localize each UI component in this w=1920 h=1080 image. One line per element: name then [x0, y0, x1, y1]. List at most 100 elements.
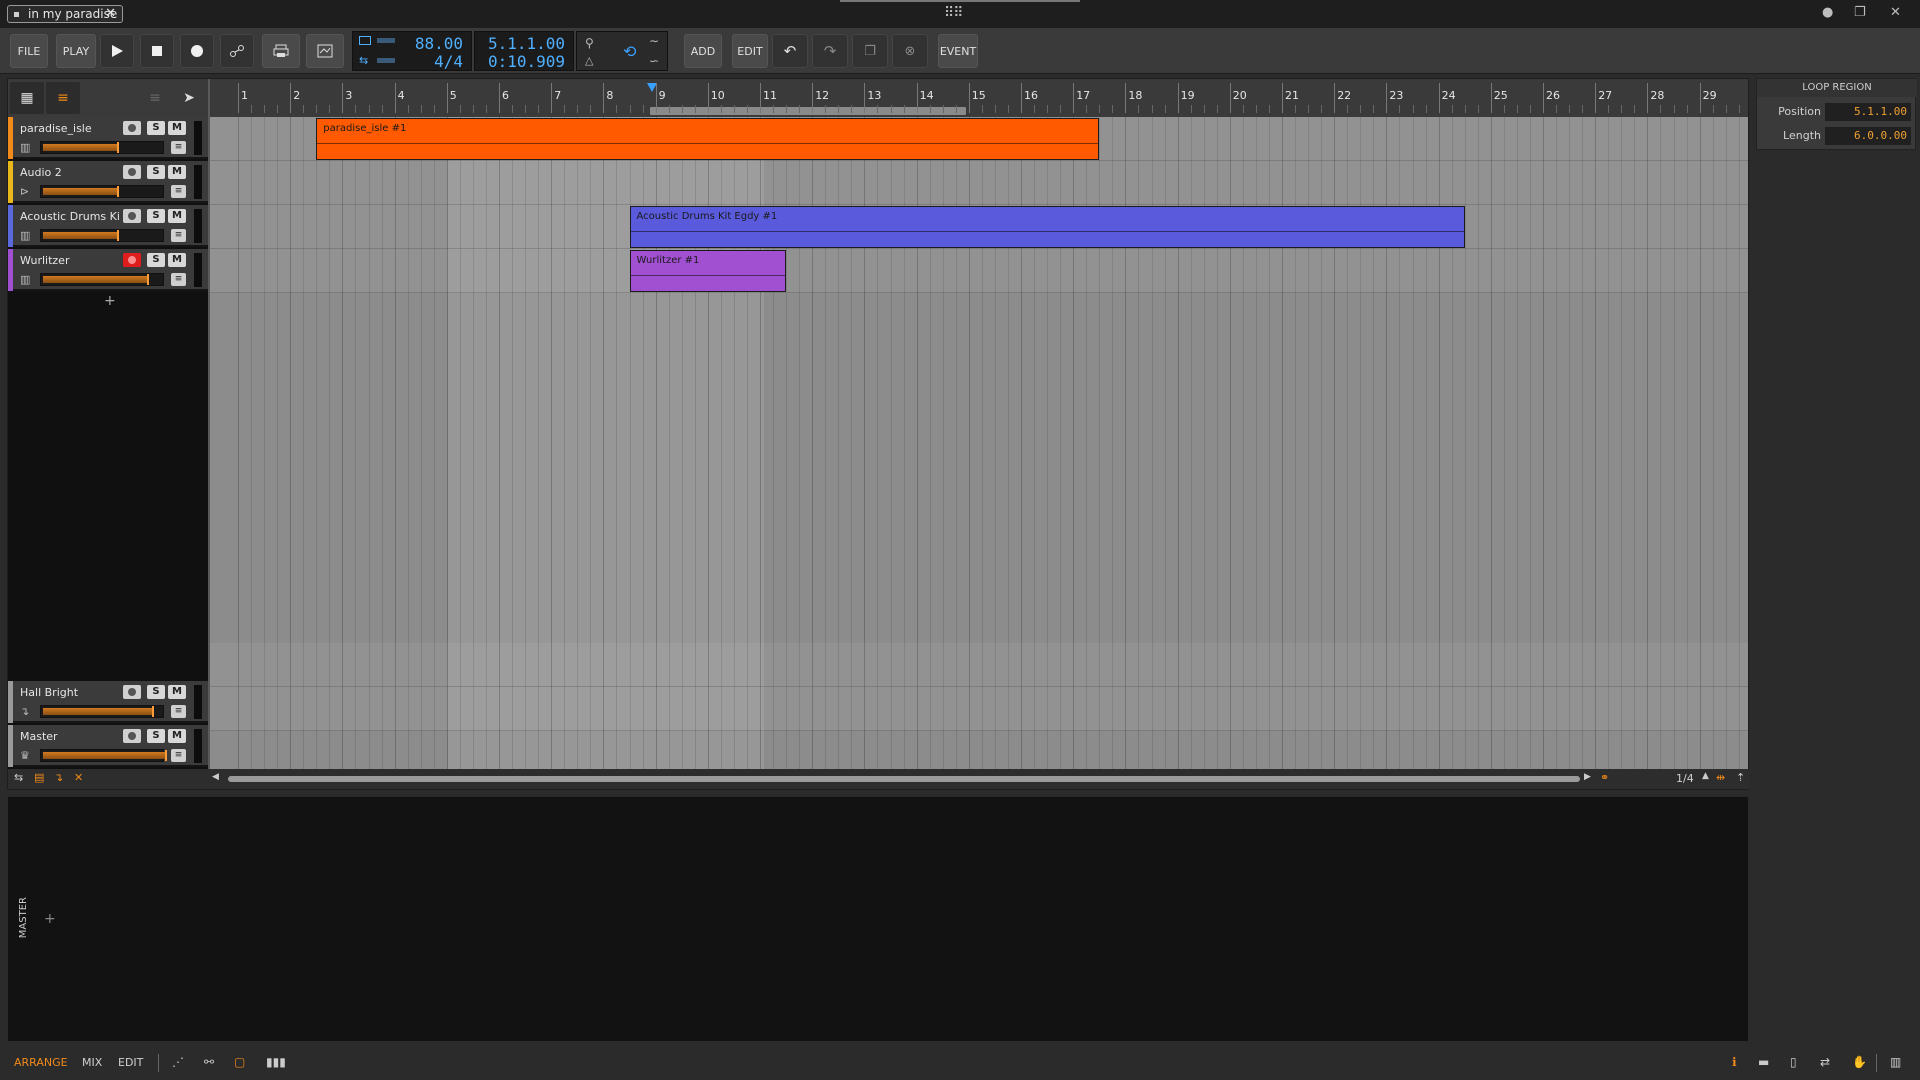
grip-icon[interactable]: ⠿⠿: [944, 5, 978, 23]
close-window-icon[interactable]: ✕: [1890, 5, 1901, 20]
mix-view-tab[interactable]: MIX: [82, 1056, 102, 1069]
copy-button[interactable]: ❐: [852, 34, 888, 68]
solo-button[interactable]: S: [147, 253, 165, 267]
mute-button[interactable]: M: [168, 165, 186, 179]
grid-chevron-icon[interactable]: ▲: [1702, 771, 1709, 781]
tempo-value[interactable]: 88.00: [415, 34, 463, 53]
arrange-view-tab[interactable]: ARRANGE: [14, 1056, 68, 1069]
close-lane-icon[interactable]: ✕: [74, 771, 83, 784]
track-menu-button[interactable]: ≡: [171, 185, 186, 198]
mute-button[interactable]: M: [168, 253, 186, 267]
minimize-icon[interactable]: ●: [1822, 5, 1833, 20]
fx-track-lane[interactable]: [210, 643, 1748, 687]
file-icon[interactable]: ▯: [1790, 1055, 1797, 1069]
pre-roll-icon[interactable]: ⚲: [585, 36, 594, 50]
grid-view-icon[interactable]: ▦: [10, 82, 44, 114]
arrangement-lanes[interactable]: paradise_isle #1 Acoustic Drums Kit Egdy …: [210, 117, 1748, 769]
layout-button[interactable]: [306, 34, 344, 68]
track-name[interactable]: Audio 2: [20, 166, 120, 179]
browser-icon[interactable]: ▬: [1758, 1055, 1769, 1069]
volume-knob[interactable]: [165, 750, 167, 761]
track-name[interactable]: Wurlitzer: [20, 254, 120, 267]
track-lane[interactable]: [210, 161, 1748, 205]
tempo-display[interactable]: ⇆ 88.00 4/4: [352, 31, 472, 71]
follow-icon[interactable]: ↴: [54, 771, 63, 784]
volume-knob[interactable]: [117, 186, 119, 197]
punch-in-icon[interactable]: ∼: [649, 34, 659, 48]
record-arm-button[interactable]: [123, 209, 141, 223]
loop-icon[interactable]: ⟲: [623, 42, 636, 61]
loop-region-bar[interactable]: [650, 107, 966, 115]
undo-button[interactable]: ↶: [772, 34, 808, 68]
position-display[interactable]: 5.1.1.00 0:10.909: [474, 31, 574, 71]
mixer-panel-icon[interactable]: ▮▮▮: [266, 1055, 286, 1069]
volume-fader[interactable]: [40, 705, 164, 718]
solo-button[interactable]: S: [147, 685, 165, 699]
solo-button[interactable]: S: [147, 209, 165, 223]
edit-view-tab[interactable]: EDIT: [118, 1056, 143, 1069]
automation-lanes-icon[interactable]: ⋰: [172, 1055, 184, 1069]
punch-out-icon[interactable]: ∽: [649, 54, 659, 68]
position-beats-value[interactable]: 5.1.1.00: [488, 34, 565, 53]
clip[interactable]: Acoustic Drums Kit Egdy #1: [629, 206, 1465, 248]
loop-length-field[interactable]: 6.0.0.00: [1825, 127, 1911, 145]
volume-fader[interactable]: [40, 229, 164, 242]
play-button[interactable]: [100, 34, 134, 68]
position-time-value[interactable]: 0:10.909: [488, 52, 565, 71]
track-menu-icon[interactable]: ≡: [138, 82, 172, 114]
volume-fader[interactable]: [40, 749, 167, 762]
pointer-tool-icon[interactable]: ➤: [172, 82, 206, 114]
track-name[interactable]: paradise_isle: [20, 122, 120, 135]
record-arm-button[interactable]: [123, 685, 141, 699]
mute-button[interactable]: M: [168, 685, 186, 699]
track-name[interactable]: Acoustic Drums Ki...: [20, 210, 120, 223]
track-menu-button[interactable]: ≡: [171, 229, 186, 242]
list-view-icon[interactable]: ≡: [46, 82, 80, 114]
restore-icon[interactable]: ❐: [1854, 5, 1866, 20]
solo-button[interactable]: S: [147, 165, 165, 179]
timeline-ruler[interactable]: 1 2 3 4 5 6 7 8 9 10 11 12 13 14 15 16 17 18 19 20 21 22 23 24 2…: [210, 79, 1748, 117]
clips-icon[interactable]: ▤: [34, 771, 44, 784]
io-icon[interactable]: ⇄: [1820, 1055, 1830, 1069]
add-track-icon[interactable]: +: [104, 293, 116, 309]
track-menu-button[interactable]: ≡: [171, 141, 186, 154]
mute-button[interactable]: M: [168, 209, 186, 223]
link-icon[interactable]: ⚯: [204, 1055, 214, 1069]
clip[interactable]: paradise_isle #1: [316, 118, 1100, 160]
tap-tempo-icon[interactable]: ⇆: [359, 54, 368, 67]
track-menu-button[interactable]: ≡: [171, 749, 186, 762]
zoom-height-icon[interactable]: ⇡: [1736, 771, 1745, 784]
volume-knob[interactable]: [117, 230, 119, 241]
track-header[interactable]: paradise_isle S M ▥ ≡: [8, 117, 208, 159]
print-button[interactable]: [262, 34, 300, 68]
time-signature-value[interactable]: 4/4: [434, 52, 463, 71]
redo-button[interactable]: ↷: [812, 34, 848, 68]
tempo-slider[interactable]: [377, 38, 395, 43]
close-tab-icon[interactable]: ✕: [105, 6, 116, 22]
play-menu-button[interactable]: PLAY: [56, 34, 96, 68]
track-name[interactable]: Master: [20, 730, 120, 743]
swap-icon[interactable]: ⇆: [14, 771, 23, 784]
add-device-icon[interactable]: +: [44, 911, 56, 927]
snap-icon[interactable]: ⚭: [1600, 771, 1609, 784]
track-header[interactable]: Wurlitzer S M ▥ ≡: [8, 249, 208, 291]
mute-button[interactable]: M: [168, 121, 186, 135]
track-menu-button[interactable]: ≡: [171, 705, 186, 718]
record-arm-button[interactable]: [123, 253, 141, 267]
automation-write-button[interactable]: [220, 34, 254, 68]
volume-fader[interactable]: [40, 141, 164, 154]
volume-knob[interactable]: [117, 142, 119, 153]
groove-slider[interactable]: [377, 58, 395, 63]
track-lane[interactable]: [210, 249, 1748, 293]
record-arm-button[interactable]: [123, 121, 141, 135]
scroll-right-icon[interactable]: ▶: [1584, 772, 1591, 782]
record-arm-button[interactable]: [123, 729, 141, 743]
event-button[interactable]: EVENT: [938, 34, 978, 68]
volume-fader[interactable]: [40, 185, 164, 198]
horizontal-scrollbar[interactable]: [228, 776, 1580, 782]
solo-button[interactable]: S: [147, 121, 165, 135]
loop-position-field[interactable]: 5.1.1.00: [1825, 103, 1911, 121]
record-button[interactable]: [180, 34, 214, 68]
track-name[interactable]: Hall Bright: [20, 686, 120, 699]
track-menu-button[interactable]: ≡: [171, 273, 186, 286]
